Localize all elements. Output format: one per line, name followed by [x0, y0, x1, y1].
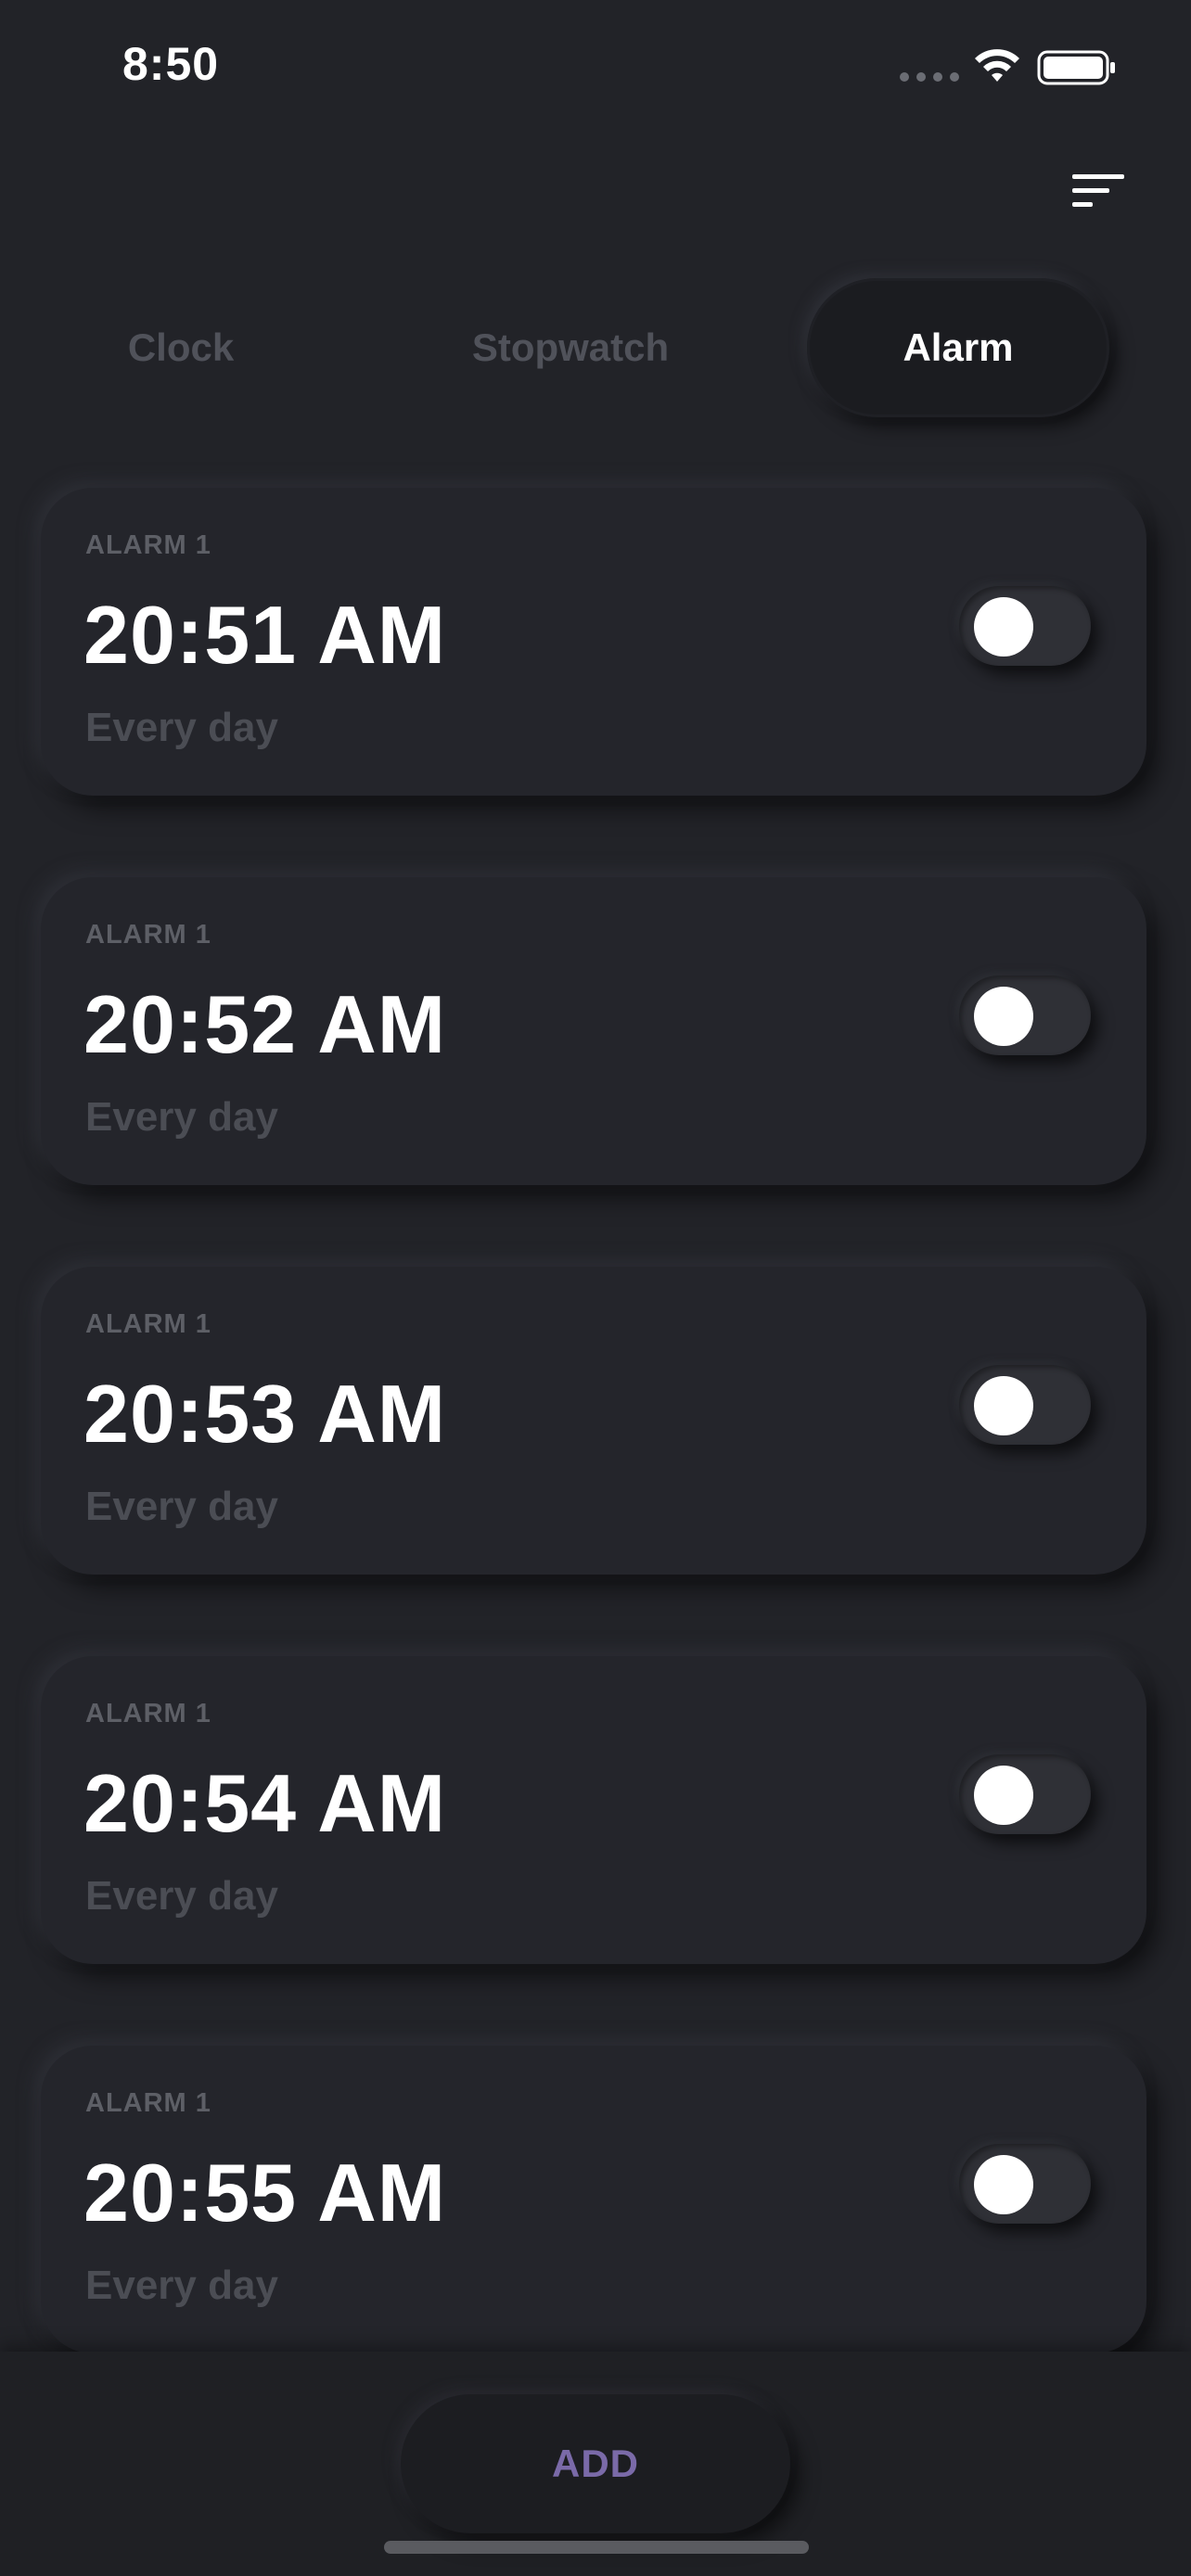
alarm-card[interactable]: ALARM 1 20:55 AM Every day	[41, 2046, 1146, 2353]
alarm-repeat: Every day	[85, 1484, 278, 1529]
alarm-time: 20:54 AM	[83, 1757, 447, 1849]
alarm-time: 20:55 AM	[83, 2147, 447, 2238]
alarm-label: ALARM 1	[85, 530, 211, 560]
alarm-card[interactable]: ALARM 1 20:54 AM Every day	[41, 1656, 1146, 1964]
toggle-knob	[974, 987, 1033, 1046]
alarm-repeat: Every day	[85, 2263, 278, 2308]
alarm-card[interactable]: ALARM 1 20:51 AM Every day	[41, 488, 1146, 796]
alarm-label: ALARM 1	[85, 2088, 211, 2118]
add-alarm-button[interactable]: ADD	[401, 2394, 790, 2533]
alarm-repeat: Every day	[85, 1873, 278, 1919]
alarm-label: ALARM 1	[85, 1699, 211, 1728]
alarm-toggle[interactable]	[959, 1754, 1091, 1834]
alarm-repeat: Every day	[85, 1094, 278, 1140]
toggle-knob	[974, 2155, 1033, 2214]
toggle-knob	[974, 597, 1033, 657]
toggle-knob	[974, 1376, 1033, 1435]
alarm-time: 20:51 AM	[83, 589, 447, 681]
home-indicator[interactable]	[384, 2541, 809, 2554]
alarm-time: 20:52 AM	[83, 978, 447, 1070]
alarm-toggle[interactable]	[959, 1365, 1091, 1445]
alarm-card[interactable]: ALARM 1 20:53 AM Every day	[41, 1267, 1146, 1575]
alarm-toggle[interactable]	[959, 976, 1091, 1055]
alarm-list: ALARM 1 20:51 AM Every day ALARM 1 20:52…	[0, 0, 1191, 2576]
alarm-time: 20:53 AM	[83, 1368, 447, 1460]
alarm-label: ALARM 1	[85, 1309, 211, 1339]
alarm-card[interactable]: ALARM 1 20:52 AM Every day	[41, 877, 1146, 1185]
alarm-toggle[interactable]	[959, 586, 1091, 666]
alarm-toggle[interactable]	[959, 2144, 1091, 2224]
toggle-knob	[974, 1766, 1033, 1825]
alarm-label: ALARM 1	[85, 920, 211, 950]
alarm-repeat: Every day	[85, 705, 278, 750]
